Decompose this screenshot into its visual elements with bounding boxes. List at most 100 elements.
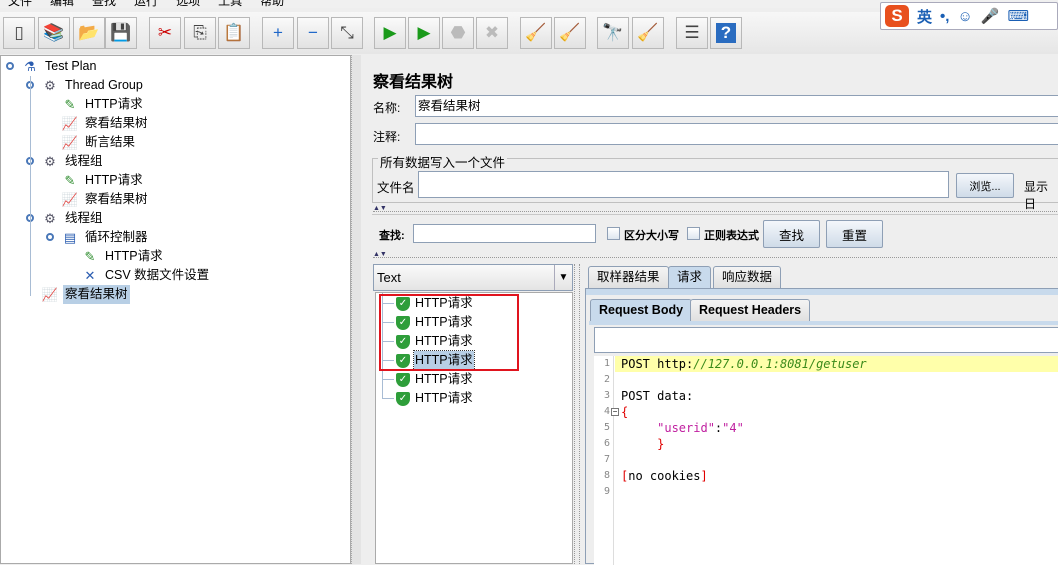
comment-field[interactable] <box>415 123 1058 145</box>
cut-icon: ✂ <box>157 23 173 42</box>
subtab-request-headers[interactable]: Request Headers <box>690 299 811 321</box>
tree-item[interactable]: 📈 断言结果 <box>61 133 137 152</box>
tab-1[interactable]: 请求 <box>668 266 712 288</box>
search-button[interactable]: 🔭 <box>597 17 629 49</box>
browse-button[interactable]: 浏览... <box>956 173 1014 198</box>
line-number: 5 <box>603 422 610 433</box>
tree-item[interactable]: ✕ CSV 数据文件设置 <box>81 266 211 285</box>
pipette-icon: ✎ <box>64 96 76 112</box>
collapse-button[interactable]: − <box>297 17 329 49</box>
subtab-request-body[interactable]: Request Body <box>590 299 693 321</box>
reset-search-button[interactable]: 🧹 <box>632 17 664 49</box>
new-icon: ▯ <box>14 23 24 42</box>
tree-item[interactable]: ⚗ Test Plan <box>21 57 98 76</box>
toggle-icon: ⤡ <box>340 23 354 42</box>
result-item[interactable]: ✓ HTTP请求 <box>396 389 474 408</box>
split-pane-divider[interactable] <box>351 55 361 564</box>
case-sensitive-checkbox[interactable] <box>607 227 620 240</box>
menu-3[interactable]: 运行 <box>134 0 158 9</box>
search-label: 查找: <box>379 230 405 242</box>
menu-5[interactable]: 工具 <box>218 0 242 9</box>
mic-icon[interactable]: 🎤 <box>981 7 1000 25</box>
code-token: ] <box>700 469 708 483</box>
function-helper-icon: ☰ <box>684 23 700 42</box>
tree-item[interactable]: ✎ HTTP请求 <box>61 171 145 190</box>
paste-button[interactable]: 📋 <box>218 17 250 49</box>
gear-icon: ⚙ <box>44 77 56 93</box>
code-token: POST http: <box>621 357 694 371</box>
templates-icon: 📚 <box>43 23 65 42</box>
tree-item-label: HTTP请求 <box>85 97 143 111</box>
find-button[interactable]: 查找 <box>763 220 820 248</box>
tree-item[interactable]: ▤ 循环控制器 <box>61 228 150 247</box>
clear-button[interactable]: 🧹 <box>520 17 552 49</box>
search-input[interactable] <box>413 224 596 243</box>
tab-0[interactable]: 取样器结果 <box>588 266 669 288</box>
menu-0[interactable]: 文件 <box>8 0 32 9</box>
expand-toggle[interactable] <box>46 233 54 241</box>
tree-item[interactable]: ✎ HTTP请求 <box>61 95 145 114</box>
punctuation-icon[interactable]: •, <box>940 8 949 25</box>
code-token: "4" <box>722 421 744 435</box>
expand-icon: + <box>273 23 283 42</box>
name-label: 名称: <box>373 101 401 115</box>
menu-2[interactable]: 查找 <box>92 0 116 9</box>
menu-4[interactable]: 选项 <box>176 0 200 9</box>
success-shield-icon: ✓ <box>396 372 410 387</box>
line-number: 3 <box>603 390 610 401</box>
file-group-title: 所有数据写入一个文件 <box>378 152 508 171</box>
result-item[interactable]: ✓ HTTP请求 <box>396 370 474 389</box>
tree-item[interactable]: ⚙ Thread Group <box>41 76 145 95</box>
tree-item-label: 察看结果树 <box>85 116 148 130</box>
clear-all-button[interactable]: 🧹 <box>554 17 586 49</box>
menu-6[interactable]: 帮助 <box>260 0 284 9</box>
shutdown-button[interactable]: ✖ <box>476 17 508 49</box>
cut-button[interactable]: ✂ <box>149 17 181 49</box>
tree-item-label: 循环控制器 <box>85 230 148 244</box>
tab-2[interactable]: 响应数据 <box>713 266 782 288</box>
open-button[interactable]: 📂 <box>73 17 105 49</box>
function-helper-button[interactable]: ☰ <box>676 17 708 49</box>
splitter-handle[interactable]: ▲▼ <box>373 251 1058 258</box>
tree-item[interactable]: 📈 察看结果树 <box>61 190 150 209</box>
code-line: } <box>621 436 664 452</box>
tree-item[interactable]: ⚙ 线程组 <box>41 209 105 228</box>
reset-button[interactable]: 重置 <box>826 220 883 248</box>
open-icon: 📂 <box>78 23 100 42</box>
stop-button[interactable]: ⬣ <box>442 17 474 49</box>
toggle-button[interactable]: ⤡ <box>331 17 363 49</box>
fold-toggle-icon[interactable]: − <box>611 408 619 416</box>
name-field[interactable]: 察看结果树 <box>415 95 1058 117</box>
start-button[interactable]: ▶ <box>374 17 406 49</box>
keyboard-icon[interactable]: ⌨ <box>1007 7 1029 25</box>
new-button[interactable]: ▯ <box>3 17 35 49</box>
code-line: [no cookies] <box>621 468 708 484</box>
tree-item[interactable]: ⚙ 线程组 <box>41 152 105 171</box>
success-shield-icon: ✓ <box>396 391 410 406</box>
menu-1[interactable]: 编辑 <box>50 0 74 9</box>
graph-icon: 📈 <box>61 191 79 207</box>
start-no-pause-button[interactable]: ▶ <box>408 17 440 49</box>
tree-item[interactable]: ✎ HTTP请求 <box>81 247 165 266</box>
save-button[interactable]: 💾 <box>105 17 137 49</box>
tree-item[interactable]: 📈 察看结果树 <box>61 114 150 133</box>
request-info-field[interactable] <box>594 327 1058 353</box>
tree-item[interactable]: 📈 察看结果树 <box>41 285 130 304</box>
code-token: "userid" <box>621 421 715 435</box>
filename-field[interactable] <box>418 171 949 198</box>
request-body-editor[interactable]: 1 POST http://127.0.0.1:8081/getuser 2 3 POS… <box>594 356 1058 565</box>
splitter-handle[interactable]: ▲▼ <box>373 205 1058 212</box>
ime-lang-toggle[interactable]: 英 <box>917 6 932 27</box>
chevron-down-icon[interactable]: ▼ <box>554 265 572 290</box>
copy-button[interactable]: ⎘ <box>184 17 216 49</box>
help-button[interactable]: ? <box>710 17 742 49</box>
templates-button[interactable]: 📚 <box>38 17 70 49</box>
split-pane-divider[interactable] <box>574 264 580 564</box>
emoji-icon[interactable]: ☺ <box>957 8 972 25</box>
expand-button[interactable]: + <box>262 17 294 49</box>
expand-toggle[interactable] <box>6 62 14 70</box>
renderer-select[interactable]: Text ▼ <box>373 264 573 291</box>
loop-controller-icon: ▤ <box>63 229 77 245</box>
regex-checkbox[interactable] <box>687 227 700 240</box>
tree-item-label: 断言结果 <box>85 135 136 149</box>
